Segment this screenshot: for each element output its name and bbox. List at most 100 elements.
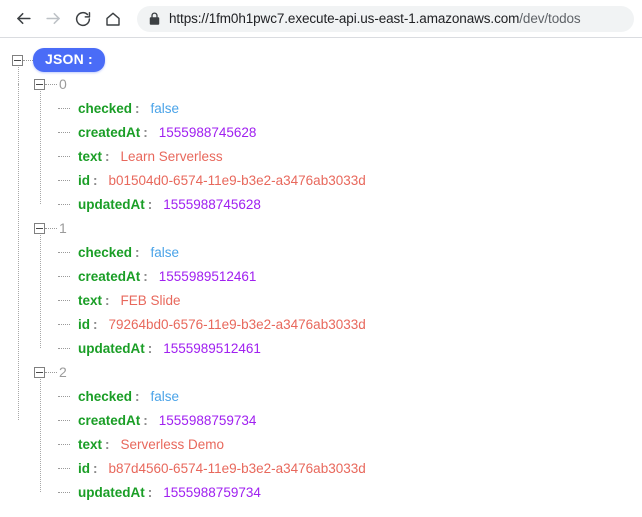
json-property-row-updatedAt: updatedAt : 1555988745628 bbox=[0, 192, 642, 216]
json-viewer: JSON : 0 checked : false createdAt : 155… bbox=[0, 38, 642, 504]
json-property-colon: : bbox=[135, 244, 140, 260]
json-record: 2 checked : false createdAt : 1555988759… bbox=[0, 360, 642, 504]
json-property-key: id bbox=[78, 172, 90, 188]
tree-connector bbox=[58, 492, 70, 493]
json-property-key: createdAt bbox=[78, 412, 141, 428]
json-property-row-checked: checked : false bbox=[0, 384, 642, 408]
json-property-value: b01504d0-6574-11e9-b3e2-a3476ab3033d bbox=[108, 172, 366, 188]
json-property-value: 79264bd0-6576-11e9-b3e2-a3476ab3033d bbox=[108, 316, 366, 332]
json-property-colon: : bbox=[105, 148, 110, 164]
json-property-key: text bbox=[78, 436, 103, 452]
url-domain: https://1fm0h1pwc7.execute-api.us-east-1… bbox=[169, 11, 520, 26]
json-property-key: checked bbox=[78, 388, 133, 404]
json-property-key: text bbox=[78, 148, 103, 164]
tree-connector bbox=[58, 468, 70, 469]
json-property-key: id bbox=[78, 460, 90, 476]
json-index-label: 1 bbox=[59, 220, 67, 236]
json-property-value: 1555988759734 bbox=[158, 412, 257, 428]
address-bar[interactable]: https://1fm0h1pwc7.execute-api.us-east-1… bbox=[137, 5, 634, 32]
json-property-colon: : bbox=[105, 436, 110, 452]
tree-connector bbox=[58, 324, 70, 325]
json-root-badge: JSON : bbox=[33, 48, 105, 72]
json-property-row-id: id : 79264bd0-6576-11e9-b3e2-a3476ab3033… bbox=[0, 312, 642, 336]
json-property-value: Learn Serverless bbox=[120, 148, 223, 164]
tree-connector bbox=[58, 348, 70, 349]
forward-button[interactable] bbox=[38, 4, 68, 34]
json-property-value: false bbox=[150, 388, 180, 404]
tree-connector bbox=[58, 420, 70, 421]
tree-connector bbox=[45, 84, 57, 85]
forward-arrow-icon bbox=[44, 9, 63, 28]
json-property-key: updatedAt bbox=[78, 340, 145, 356]
records-container: 0 checked : false createdAt : 1555988745… bbox=[0, 72, 642, 504]
json-fields: checked : false createdAt : 155598874562… bbox=[0, 96, 642, 216]
json-property-value: 1555988759734 bbox=[163, 484, 261, 500]
json-property-value: b87d4560-6574-11e9-b3e2-a3476ab3033d bbox=[108, 460, 366, 476]
json-property-value: 1555988745628 bbox=[163, 196, 261, 212]
json-property-value: false bbox=[150, 244, 180, 260]
json-property-colon: : bbox=[147, 340, 153, 356]
json-fields: checked : false createdAt : 155598875973… bbox=[0, 384, 642, 504]
json-property-row-createdAt: createdAt : 1555989512461 bbox=[0, 264, 642, 288]
url-text: https://1fm0h1pwc7.execute-api.us-east-1… bbox=[169, 11, 581, 26]
json-property-colon: : bbox=[147, 484, 153, 500]
json-property-value: 1555988745628 bbox=[158, 124, 257, 140]
home-button[interactable] bbox=[98, 4, 128, 34]
collapse-toggle-root[interactable] bbox=[12, 54, 23, 66]
json-property-colon: : bbox=[135, 100, 140, 116]
json-property-row-updatedAt: updatedAt : 1555988759734 bbox=[0, 480, 642, 504]
browser-toolbar: https://1fm0h1pwc7.execute-api.us-east-1… bbox=[0, 0, 642, 37]
json-property-row-createdAt: createdAt : 1555988759734 bbox=[0, 408, 642, 432]
json-fields: checked : false createdAt : 155598951246… bbox=[0, 240, 642, 360]
json-property-value: Serverless Demo bbox=[120, 436, 225, 452]
json-index-label: 2 bbox=[59, 364, 67, 380]
tree-connector bbox=[45, 228, 57, 229]
json-property-colon: : bbox=[93, 172, 98, 188]
json-property-colon: : bbox=[143, 124, 148, 140]
tree-connector bbox=[58, 132, 70, 133]
tree-connector bbox=[58, 252, 70, 253]
reload-button[interactable] bbox=[68, 4, 98, 34]
tree-connector bbox=[45, 372, 57, 373]
json-property-row-createdAt: createdAt : 1555988745628 bbox=[0, 120, 642, 144]
json-property-colon: : bbox=[143, 412, 148, 428]
collapse-toggle-record[interactable] bbox=[34, 78, 45, 90]
tree-connector bbox=[58, 156, 70, 157]
json-property-colon: : bbox=[93, 460, 98, 476]
json-property-colon: : bbox=[147, 196, 153, 212]
json-property-key: checked bbox=[78, 244, 133, 260]
json-property-colon: : bbox=[105, 292, 110, 308]
json-property-key: createdAt bbox=[78, 124, 141, 140]
json-property-value: FEB Slide bbox=[120, 292, 181, 308]
tree-connector bbox=[58, 204, 70, 205]
json-index-label: 0 bbox=[59, 76, 67, 92]
json-property-value: 1555989512461 bbox=[163, 340, 261, 356]
json-record: 1 checked : false createdAt : 1555989512… bbox=[0, 216, 642, 360]
reload-icon bbox=[74, 10, 92, 28]
json-property-value: false bbox=[150, 100, 180, 116]
lock-icon bbox=[149, 12, 160, 25]
json-index-row: 0 bbox=[0, 72, 642, 96]
json-property-colon: : bbox=[143, 268, 148, 284]
tree-connector bbox=[23, 60, 33, 61]
back-button[interactable] bbox=[8, 4, 38, 34]
json-property-colon: : bbox=[135, 388, 140, 404]
json-property-row-text: text : FEB Slide bbox=[0, 288, 642, 312]
json-property-row-text: text : Learn Serverless bbox=[0, 144, 642, 168]
tree-connector bbox=[58, 300, 70, 301]
json-property-colon: : bbox=[93, 316, 98, 332]
json-property-value: 1555989512461 bbox=[158, 268, 257, 284]
json-property-key: updatedAt bbox=[78, 484, 145, 500]
json-property-row-id: id : b01504d0-6574-11e9-b3e2-a3476ab3033… bbox=[0, 168, 642, 192]
json-index-row: 2 bbox=[0, 360, 642, 384]
json-property-key: checked bbox=[78, 100, 133, 116]
collapse-toggle-record[interactable] bbox=[34, 222, 45, 234]
json-property-row-checked: checked : false bbox=[0, 240, 642, 264]
json-property-row-text: text : Serverless Demo bbox=[0, 432, 642, 456]
json-property-row-id: id : b87d4560-6574-11e9-b3e2-a3476ab3033… bbox=[0, 456, 642, 480]
collapse-toggle-record[interactable] bbox=[34, 366, 45, 378]
json-property-row-checked: checked : false bbox=[0, 96, 642, 120]
json-property-key: id bbox=[78, 316, 90, 332]
json-property-row-updatedAt: updatedAt : 1555989512461 bbox=[0, 336, 642, 360]
json-property-key: text bbox=[78, 292, 103, 308]
